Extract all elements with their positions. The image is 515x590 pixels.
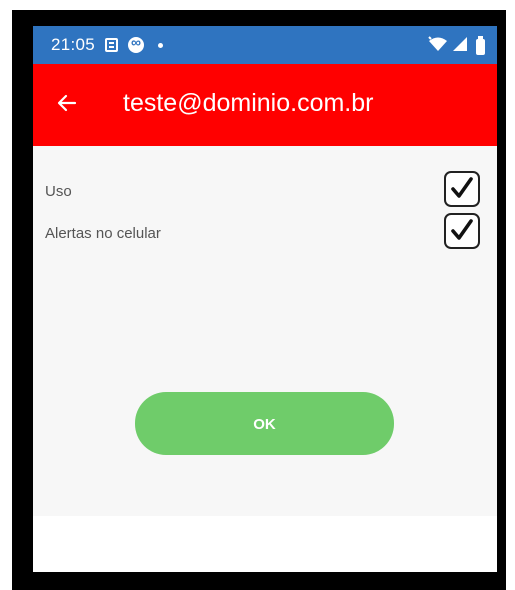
app-bar: teste@dominio.com.br: [33, 64, 497, 146]
loop-icon: [128, 34, 145, 53]
arrow-left-icon[interactable]: [55, 91, 79, 115]
phone-screen: 21:05 teste@dominio.com.br: [33, 26, 497, 572]
preferences-panel: Uso Alertas no celular OK: [33, 146, 497, 516]
ok-button[interactable]: OK: [135, 392, 394, 455]
checkmark-icon: [451, 219, 473, 240]
battery-icon: [476, 35, 485, 55]
bottom-area: [33, 516, 497, 572]
alertas-checkbox[interactable]: [444, 213, 480, 249]
dot-icon: [158, 42, 164, 48]
page-title: teste@dominio.com.br: [123, 89, 374, 117]
signal-icon: [452, 36, 468, 57]
checkmark-icon: [451, 177, 473, 198]
notification-icon: [105, 38, 119, 52]
uso-checkbox[interactable]: [444, 171, 480, 207]
status-time: 21:05: [51, 35, 96, 54]
status-right-icons: [428, 35, 485, 57]
pref-label-alertas: Alertas no celular: [45, 225, 161, 242]
pref-label-uso: Uso: [45, 183, 72, 200]
wifi-icon: [428, 36, 448, 57]
status-bar: 21:05: [33, 26, 497, 64]
